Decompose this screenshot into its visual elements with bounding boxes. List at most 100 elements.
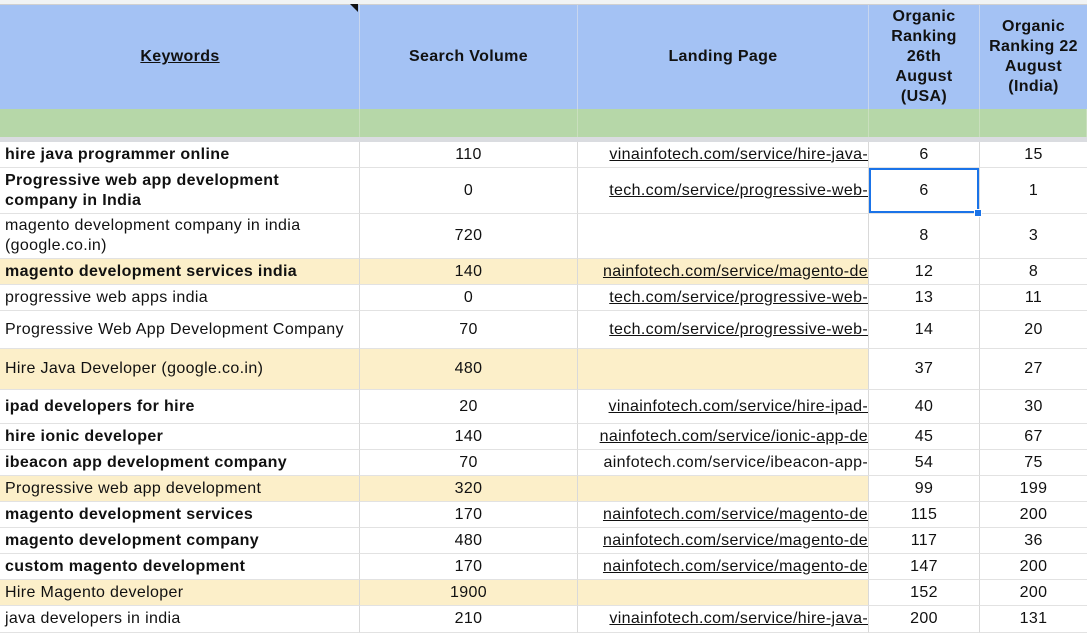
rank-india-cell[interactable]: 27 [980,349,1087,390]
search-volume-cell[interactable]: 70 [360,450,578,476]
rank-india-cell[interactable]: 199 [980,476,1087,502]
rank-india-cell[interactable]: 131 [980,606,1087,633]
rank-usa-cell[interactable]: 54 [869,450,980,476]
rank-india-cell[interactable]: 1 [980,168,1087,214]
rank-india-cell[interactable]: 15 [980,142,1087,168]
header-rank-usa[interactable]: Organic Ranking 26th August (USA) [869,5,980,109]
landing-page-cell[interactable]: tech.com/service/progressive-web- [578,168,869,214]
search-volume-cell[interactable]: 480 [360,528,578,554]
rank-usa-cell[interactable]: 6 [869,142,980,168]
landing-page-cell[interactable]: vinainfotech.com/service/hire-java- [578,606,869,633]
landing-page-cell[interactable] [578,476,869,502]
search-volume-cell[interactable]: 320 [360,476,578,502]
keyword-cell[interactable]: Progressive web app development [0,476,360,502]
rank-usa-cell[interactable]: 14 [869,311,980,349]
landing-page-cell[interactable]: nainfotech.com/service/ionic-app-de [578,424,869,450]
fill-handle[interactable] [974,209,982,217]
search-volume-cell[interactable]: 170 [360,554,578,580]
table-row: ipad developers for hire 20 vinainfotech.c… [0,390,1087,424]
rank-india-cell[interactable]: 75 [980,450,1087,476]
rank-india-cell[interactable]: 30 [980,390,1087,424]
rank-india-cell[interactable]: 8 [980,259,1087,285]
search-volume-cell[interactable]: 0 [360,168,578,214]
keyword-cell[interactable]: custom magento development [0,554,360,580]
search-volume-cell[interactable]: 170 [360,502,578,528]
landing-page-cell[interactable]: nainfotech.com/service/magento-de [578,528,869,554]
table-row: java developers in india 210 vinainfotech.… [0,606,1087,633]
keyword-cell[interactable]: magento development services india [0,259,360,285]
keyword-cell[interactable]: magento development company in india (go… [0,214,360,259]
landing-page-cell[interactable]: vinainfotech.com/service/hire-java- [578,142,869,168]
keyword-cell[interactable]: Hire Magento developer [0,580,360,606]
keyword-cell[interactable]: ibeacon app development company [0,450,360,476]
rank-india-cell[interactable]: 36 [980,528,1087,554]
spacer-cell[interactable] [869,109,980,137]
rank-usa-cell[interactable]: 147 [869,554,980,580]
keyword-cell-text: magento development company in india (go… [5,217,301,254]
rank-usa-cell[interactable]: 12 [869,259,980,285]
rank-usa-cell[interactable]: 99 [869,476,980,502]
keyword-cell[interactable]: hire ionic developer [0,424,360,450]
rank-india-cell[interactable]: 67 [980,424,1087,450]
rank-usa-cell[interactable]: 45 [869,424,980,450]
landing-page-cell[interactable] [578,349,869,390]
spacer-cell[interactable] [0,109,360,137]
keyword-cell[interactable]: Hire Java Developer (google.co.in) [0,349,360,390]
rank-india-cell[interactable]: 20 [980,311,1087,349]
search-volume-cell[interactable]: 140 [360,424,578,450]
rank-usa-cell[interactable]: 200 [869,606,980,633]
landing-page-cell[interactable]: nainfotech.com/service/magento-de [578,554,869,580]
rank-usa-cell[interactable]: 117 [869,528,980,554]
spacer-cell[interactable] [578,109,869,137]
rank-india-cell[interactable]: 200 [980,502,1087,528]
search-volume-cell[interactable]: 20 [360,390,578,424]
keyword-cell[interactable]: progressive web apps india [0,285,360,311]
search-volume-cell[interactable]: 1900 [360,580,578,606]
rank-india-cell[interactable]: 11 [980,285,1087,311]
keyword-cell[interactable]: magento development services [0,502,360,528]
keyword-cell[interactable]: Progressive Web App Development Company [0,311,360,349]
landing-page-cell[interactable]: tech.com/service/progressive-web- [578,311,869,349]
landing-page-cell[interactable]: nainfotech.com/service/magento-de [578,502,869,528]
header-rank-india[interactable]: Organic Ranking 22 August (India) [980,5,1087,109]
spacer-cell[interactable] [360,109,578,137]
rank-usa-cell[interactable]: 37 [869,349,980,390]
table-row: magento development services india 140 nai… [0,259,1087,285]
search-volume-cell-text: 20 [459,397,478,415]
rank-usa-cell[interactable]: 40 [869,390,980,424]
landing-page-cell[interactable]: nainfotech.com/service/magento-de [578,259,869,285]
search-volume-cell[interactable]: 210 [360,606,578,633]
rank-usa-cell[interactable]: 8 [869,214,980,259]
rank-india-cell[interactable]: 200 [980,580,1087,606]
rank-usa-cell[interactable]: 152 [869,580,980,606]
spreadsheet-grid[interactable]: Keywords Search Volume Landing Page Orga… [0,0,1087,633]
landing-page-cell[interactable]: vinainfotech.com/service/hire-ipad- [578,390,869,424]
header-landing-page-label: Landing Page [668,48,778,65]
rank-india-cell-text: 200 [1019,505,1048,523]
landing-page-cell[interactable]: ainfotech.com/service/ibeacon-app- [578,450,869,476]
keyword-cell[interactable]: ipad developers for hire [0,390,360,424]
search-volume-cell[interactable]: 140 [360,259,578,285]
search-volume-cell[interactable]: 110 [360,142,578,168]
search-volume-cell[interactable]: 0 [360,285,578,311]
search-volume-cell[interactable]: 480 [360,349,578,390]
keyword-cell[interactable]: java developers in india [0,606,360,633]
landing-page-cell[interactable] [578,580,869,606]
header-keywords[interactable]: Keywords [0,5,360,109]
rank-usa-cell[interactable]: 13 [869,285,980,311]
keyword-cell[interactable]: hire java programmer online [0,142,360,168]
keyword-cell[interactable]: Progressive web app development company … [0,168,360,214]
rank-usa-cell-selected[interactable]: 6 [869,168,980,214]
spacer-cell[interactable] [980,109,1087,137]
rank-india-cell[interactable]: 3 [980,214,1087,259]
landing-page-cell[interactable]: tech.com/service/progressive-web- [578,285,869,311]
header-landing-page[interactable]: Landing Page [578,5,869,109]
keyword-cell[interactable]: magento development company [0,528,360,554]
rank-usa-cell[interactable]: 115 [869,502,980,528]
landing-page-cell[interactable] [578,214,869,259]
search-volume-cell[interactable]: 720 [360,214,578,259]
header-search-volume[interactable]: Search Volume [360,5,578,109]
rank-india-cell[interactable]: 200 [980,554,1087,580]
search-volume-cell[interactable]: 70 [360,311,578,349]
rank-india-cell-text: 1 [1028,181,1039,199]
